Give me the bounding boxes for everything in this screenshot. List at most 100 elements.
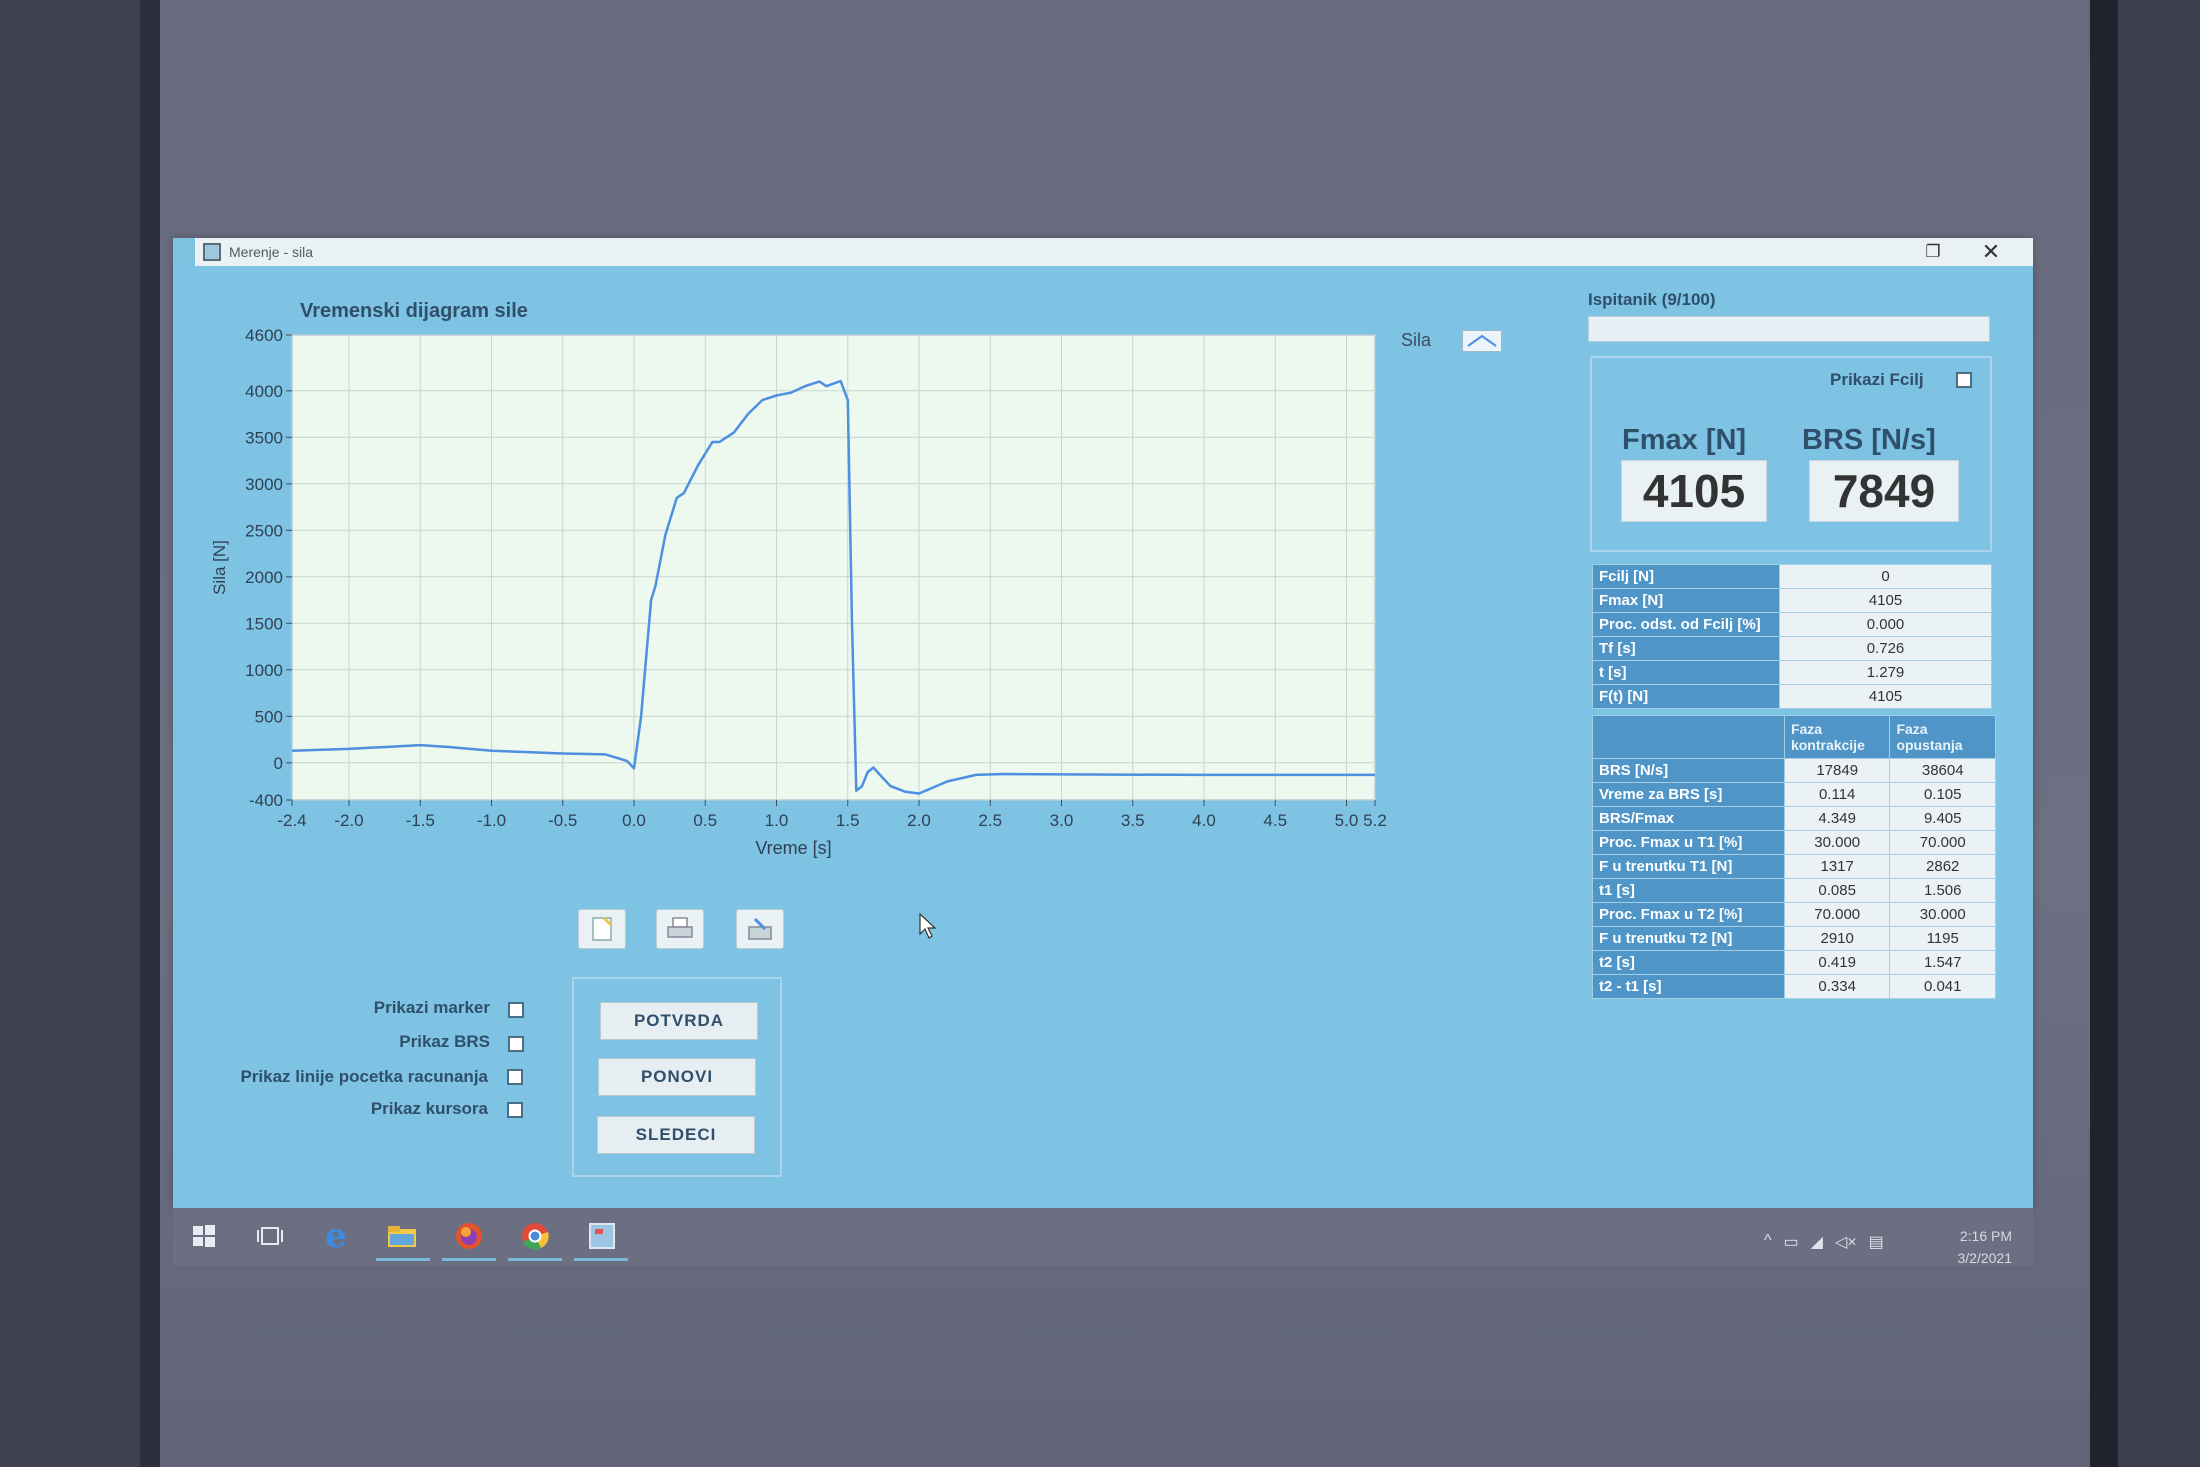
chart-grid	[291, 334, 1376, 801]
taskbar-firefox[interactable]	[451, 1218, 487, 1254]
y-tick-label: 1500	[245, 614, 283, 633]
x-tick-label: -0.5	[548, 811, 577, 830]
phase-row-relaxation: 0.105	[1889, 782, 1996, 807]
title-bar[interactable]: Merenje - sila ❐ ✕	[195, 238, 2033, 266]
y-tick-label: -400	[249, 791, 283, 810]
fmax-value: 4105	[1621, 460, 1767, 522]
keyboard-icon[interactable]: ▭	[1784, 1232, 1799, 1256]
save-button[interactable]	[736, 909, 784, 949]
summary-row: Fmax [N] 4105	[1592, 588, 1992, 613]
volume-muted-icon[interactable]: ◁×	[1835, 1232, 1857, 1256]
option-label-marker: Prikazi marker	[373, 998, 490, 1017]
x-tick-label: 0.0	[622, 811, 646, 830]
x-tick-label: 4.5	[1263, 811, 1287, 830]
y-tick-label: 1000	[245, 661, 283, 680]
summary-row: Tf [s] 0.726	[1592, 636, 1992, 661]
phase-row-label: BRS/Fmax	[1592, 806, 1785, 831]
plot-area	[291, 334, 1376, 801]
legend-swatch[interactable]	[1462, 330, 1502, 352]
start-button[interactable]	[186, 1218, 222, 1254]
x-tick-label: 3.0	[1050, 811, 1074, 830]
phase-row-contraction: 17849	[1783, 758, 1891, 783]
summary-row-value: 4105	[1779, 588, 1992, 613]
option-checkbox-start-line[interactable]	[507, 1069, 523, 1085]
option-checkbox-marker[interactable]	[508, 1002, 524, 1018]
summary-row: F(t) [N] 4105	[1592, 684, 1992, 709]
ponovi-button[interactable]: PONOVI	[598, 1058, 756, 1096]
task-view-icon	[257, 1227, 283, 1245]
explorer-active-indicator	[376, 1258, 430, 1261]
print-icon	[667, 917, 693, 938]
phase-row-contraction: 0.114	[1783, 782, 1891, 807]
phase-row-label: BRS [N/s]	[1592, 758, 1785, 783]
firefox-active-indicator	[442, 1258, 496, 1261]
phase-row-contraction: 0.419	[1783, 950, 1891, 975]
phase-row: t1 [s] 0.085 1.506	[1592, 878, 1996, 903]
taskbar-edge[interactable]: e	[318, 1216, 354, 1256]
phase-row-label: t2 - t1 [s]	[1592, 974, 1785, 999]
notification-icon[interactable]: ▤	[1869, 1232, 1884, 1256]
phase-row-relaxation: 1.547	[1889, 950, 1996, 975]
mouse-cursor-icon	[919, 912, 937, 939]
option-label-brs: Prikaz BRS	[399, 1032, 490, 1051]
phase-row-label: F u trenutku T1 [N]	[1592, 854, 1785, 879]
y-tick-label: 4000	[245, 382, 283, 401]
phase-row-relaxation: 38604	[1889, 758, 1996, 783]
phase-row-relaxation: 70.000	[1889, 830, 1996, 855]
taskbar-date[interactable]: 3/2/2021	[1930, 1250, 2013, 1266]
print-button[interactable]	[656, 909, 704, 949]
summary-row-label: Proc. odst. od Fcilj [%]	[1592, 612, 1780, 637]
taskbar-time[interactable]: 2:16 PM	[1930, 1228, 2012, 1244]
x-tick-label: 5.0	[1335, 811, 1359, 830]
phase-row: Proc. Fmax u T1 [%] 30.000 70.000	[1592, 830, 1996, 855]
phase-row-contraction: 2910	[1783, 926, 1891, 951]
phase-row-relaxation: 1.506	[1889, 878, 1996, 903]
option-label-start-line: Prikaz linije pocetka racunanja	[240, 1067, 488, 1086]
phase-row-label: Proc. Fmax u T2 [%]	[1592, 902, 1785, 927]
phase-row-label: F u trenutku T2 [N]	[1592, 926, 1785, 951]
x-tick-label: -2.0	[334, 811, 363, 830]
y-tick-label: 4600	[245, 326, 283, 345]
close-button[interactable]: ✕	[1963, 238, 2019, 266]
screen-frame-right	[2090, 0, 2118, 1467]
summary-row: Proc. odst. od Fcilj [%] 0.000	[1592, 612, 1992, 637]
phase-row: F u trenutku T1 [N] 1317 2862	[1592, 854, 1996, 879]
sledeci-button[interactable]: SLEDECI	[597, 1116, 755, 1154]
measurement-app-icon	[589, 1223, 615, 1249]
chevron-up-icon[interactable]: ^	[1764, 1232, 1772, 1256]
save-icon	[748, 917, 772, 940]
tray-icons[interactable]: ^ ▭ ◢ ◁× ▤	[1764, 1232, 1924, 1256]
summary-row-label: t [s]	[1592, 660, 1780, 685]
taskbar-measurement-app[interactable]	[584, 1218, 620, 1254]
legend-label: Sila	[1401, 330, 1432, 350]
phase-row-contraction: 0.085	[1783, 878, 1891, 903]
brs-value: 7849	[1809, 460, 1959, 522]
phase-table-corner	[1592, 715, 1785, 759]
summary-row-value: 0.000	[1779, 612, 1992, 637]
chrome-icon	[522, 1223, 549, 1250]
restore-button[interactable]: ❐	[1905, 238, 1961, 266]
y-tick-label: 2000	[245, 568, 283, 587]
potvrda-button[interactable]: POTVRDA	[600, 1002, 758, 1040]
summary-row-label: Fmax [N]	[1592, 588, 1780, 613]
option-checkbox-brs[interactable]	[508, 1036, 524, 1052]
task-view-button[interactable]	[252, 1218, 288, 1254]
screen-frame-left	[140, 0, 160, 1467]
summary-row: t [s] 1.279	[1592, 660, 1992, 685]
new-button[interactable]	[578, 909, 626, 949]
x-tick-label: 2.0	[907, 811, 931, 830]
prikazi-fcilj-checkbox[interactable]	[1956, 372, 1972, 388]
network-icon[interactable]: ◢	[1811, 1232, 1823, 1256]
phase-row: t2 - t1 [s] 0.334 0.041	[1592, 974, 1996, 999]
phase-row-relaxation: 30.000	[1889, 902, 1996, 927]
phase-row-relaxation: 1195	[1889, 926, 1996, 951]
taskbar-chrome[interactable]	[517, 1218, 553, 1254]
close-icon: ✕	[1981, 239, 2001, 264]
windows-logo-icon	[193, 1225, 215, 1247]
taskbar-file-explorer[interactable]	[384, 1218, 420, 1254]
option-checkbox-cursor[interactable]	[507, 1102, 523, 1118]
summary-table: Fcilj [N] 0 Fmax [N] 4105 Proc. odst. od Fci…	[1592, 564, 1992, 709]
folder-icon	[388, 1226, 416, 1247]
phase-row-contraction: 1317	[1783, 854, 1891, 879]
summary-row-label: Tf [s]	[1592, 636, 1780, 661]
